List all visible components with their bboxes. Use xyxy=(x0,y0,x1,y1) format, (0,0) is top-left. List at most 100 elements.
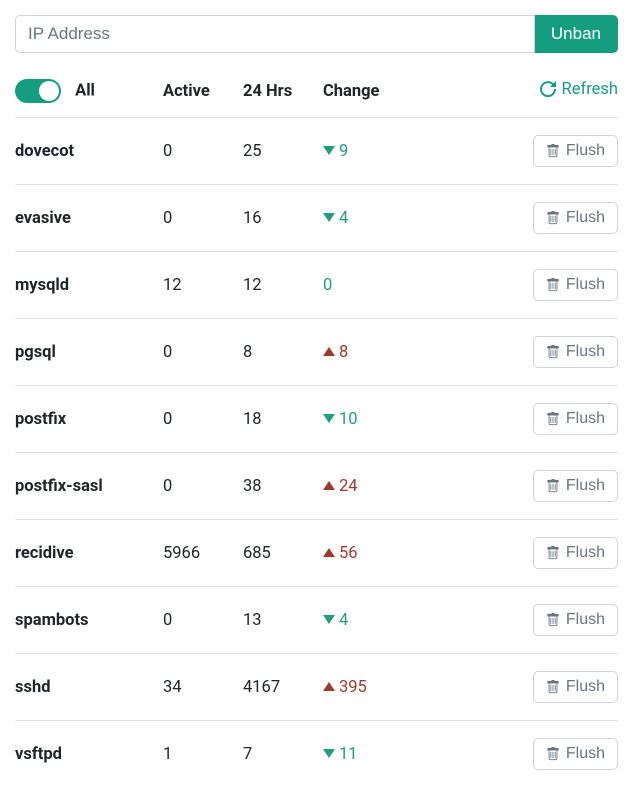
active-count: 5966 xyxy=(155,520,235,587)
flush-button[interactable]: Flush xyxy=(533,202,618,234)
trash-icon xyxy=(546,747,560,761)
flush-label: Flush xyxy=(566,343,605,361)
trash-icon xyxy=(546,412,560,426)
change-value: 10 xyxy=(339,410,358,429)
refresh-icon xyxy=(540,81,556,97)
24hrs-count: 16 xyxy=(235,185,315,252)
change-cell: 0 xyxy=(315,252,465,319)
change-value: 24 xyxy=(339,477,358,496)
change-value: 56 xyxy=(339,544,358,563)
header-change: Change xyxy=(315,67,465,118)
trash-icon xyxy=(546,144,560,158)
change-cell: 56 xyxy=(315,520,465,587)
arrow-up-icon xyxy=(323,548,335,557)
trash-icon xyxy=(546,345,560,359)
change-cell: 8 xyxy=(315,319,465,386)
active-count: 0 xyxy=(155,587,235,654)
header-24hrs: 24 Hrs xyxy=(235,67,315,118)
24hrs-count: 38 xyxy=(235,453,315,520)
jail-name: spambots xyxy=(15,587,155,654)
flush-label: Flush xyxy=(566,544,605,562)
flush-button[interactable]: Flush xyxy=(533,135,618,167)
flush-button[interactable]: Flush xyxy=(533,671,618,703)
active-count: 0 xyxy=(155,386,235,453)
change-cell: 4 xyxy=(315,185,465,252)
change-value: 0 xyxy=(323,276,332,295)
flush-button[interactable]: Flush xyxy=(533,537,618,569)
active-count: 0 xyxy=(155,185,235,252)
arrow-down-icon xyxy=(323,146,335,155)
jail-name: pgsql xyxy=(15,319,155,386)
trash-icon xyxy=(546,613,560,627)
24hrs-count: 18 xyxy=(235,386,315,453)
active-count: 34 xyxy=(155,654,235,721)
flush-button[interactable]: Flush xyxy=(533,604,618,636)
flush-label: Flush xyxy=(566,678,605,696)
change-cell: 10 xyxy=(315,386,465,453)
jail-name: dovecot xyxy=(15,118,155,185)
flush-label: Flush xyxy=(566,611,605,629)
table-row: spambots013 4 Flush xyxy=(15,587,618,654)
flush-button[interactable]: Flush xyxy=(533,470,618,502)
flush-label: Flush xyxy=(566,410,605,428)
active-count: 0 xyxy=(155,453,235,520)
refresh-label: Refresh xyxy=(562,80,618,99)
table-row: pgsql088Flush xyxy=(15,319,618,386)
change-value: 395 xyxy=(339,678,367,697)
trash-icon xyxy=(546,546,560,560)
flush-button[interactable]: Flush xyxy=(533,336,618,368)
unban-button[interactable]: Unban xyxy=(535,15,618,53)
table-row: evasive016 4 Flush xyxy=(15,185,618,252)
change-cell: 9 xyxy=(315,118,465,185)
trash-icon xyxy=(546,211,560,225)
change-value: 9 xyxy=(339,142,348,161)
change-value: 4 xyxy=(339,209,348,228)
trash-icon xyxy=(546,278,560,292)
flush-button[interactable]: Flush xyxy=(533,738,618,770)
trash-icon xyxy=(546,680,560,694)
jail-name: sshd xyxy=(15,654,155,721)
arrow-up-icon xyxy=(323,481,335,490)
change-cell: 4 xyxy=(315,587,465,654)
jail-name: recidive xyxy=(15,520,155,587)
flush-label: Flush xyxy=(566,477,605,495)
change-cell: 24 xyxy=(315,453,465,520)
arrow-down-icon xyxy=(323,615,335,624)
table-row: dovecot025 9 Flush xyxy=(15,118,618,185)
header-all: All xyxy=(75,81,95,100)
jail-name: postfix xyxy=(15,386,155,453)
table-row: postfix-sasl038 24 Flush xyxy=(15,453,618,520)
table-row: postfix018 10 Flush xyxy=(15,386,618,453)
change-value: 4 xyxy=(339,611,348,630)
arrow-down-icon xyxy=(323,414,335,423)
change-cell: 395 xyxy=(315,654,465,721)
table-row: vsftpd1711Flush xyxy=(15,721,618,788)
change-value: 11 xyxy=(339,745,358,764)
24hrs-count: 13 xyxy=(235,587,315,654)
active-count: 0 xyxy=(155,118,235,185)
arrow-down-icon xyxy=(323,213,335,222)
all-toggle[interactable] xyxy=(15,79,61,103)
24hrs-count: 8 xyxy=(235,319,315,386)
jail-name: postfix-sasl xyxy=(15,453,155,520)
flush-button[interactable]: Flush xyxy=(533,403,618,435)
active-count: 12 xyxy=(155,252,235,319)
table-row: mysqld12120Flush xyxy=(15,252,618,319)
flush-button[interactable]: Flush xyxy=(533,269,618,301)
flush-label: Flush xyxy=(566,209,605,227)
refresh-button[interactable]: Refresh xyxy=(540,80,618,99)
jail-name: evasive xyxy=(15,185,155,252)
header-active: Active xyxy=(155,67,235,118)
active-count: 0 xyxy=(155,319,235,386)
24hrs-count: 685 xyxy=(235,520,315,587)
arrow-up-icon xyxy=(323,347,335,356)
flush-label: Flush xyxy=(566,142,605,160)
24hrs-count: 7 xyxy=(235,721,315,788)
24hrs-count: 25 xyxy=(235,118,315,185)
change-cell: 11 xyxy=(315,721,465,788)
trash-icon xyxy=(546,479,560,493)
change-value: 8 xyxy=(339,343,348,362)
ip-address-input[interactable] xyxy=(15,15,535,53)
flush-label: Flush xyxy=(566,276,605,294)
jail-name: vsftpd xyxy=(15,721,155,788)
